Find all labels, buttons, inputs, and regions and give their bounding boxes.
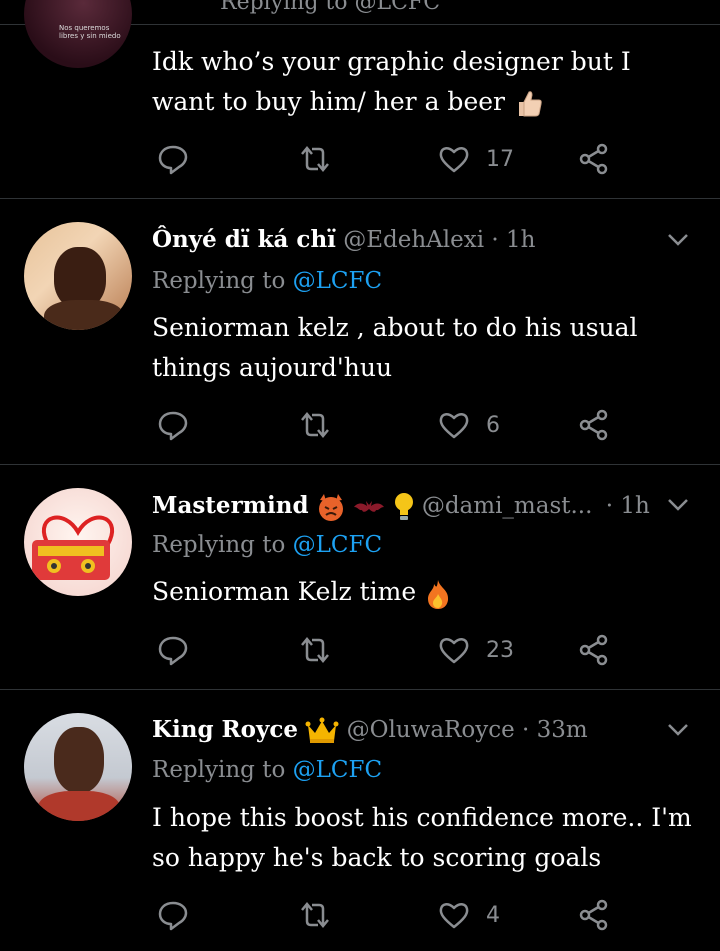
display-name[interactable]: Ônyé dï ká chï <box>152 226 336 253</box>
like-count: 23 <box>486 637 514 663</box>
share-icon <box>579 409 608 441</box>
like-button[interactable]: 17 <box>438 139 514 179</box>
share-button[interactable] <box>578 630 610 670</box>
avatar[interactable]: Nos queremos libres y sin miedo <box>24 0 132 68</box>
divider <box>0 464 720 465</box>
tweet-text: I hope this boost his confidence more.. … <box>152 803 692 872</box>
share-button[interactable] <box>578 405 610 445</box>
retweet-icon <box>301 412 329 438</box>
tweet-header: Ônyé dï ká chï @EdehAlexi · 1h <box>152 226 535 253</box>
reply-context-cutoff: Replying to @LCFC <box>220 0 441 15</box>
reply-button[interactable] <box>157 630 189 670</box>
mention-link[interactable]: @LCFC <box>293 532 382 558</box>
reply-context: Replying to @LCFC <box>152 757 383 783</box>
timestamp[interactable]: · 1h <box>491 227 535 253</box>
reply-button[interactable] <box>157 405 189 445</box>
retweet-icon <box>301 637 329 663</box>
share-icon <box>579 143 608 175</box>
user-handle[interactable]: @EdehAlexi <box>343 227 484 253</box>
like-button[interactable]: 6 <box>438 405 500 445</box>
share-button[interactable] <box>578 139 610 179</box>
light-bulb-emoji <box>393 491 415 523</box>
reply-button[interactable] <box>157 895 189 935</box>
reply-icon <box>158 145 188 175</box>
like-icon <box>439 638 469 664</box>
retweet-icon <box>301 902 329 928</box>
user-handle[interactable]: @dami_mast... <box>422 493 593 519</box>
like-button[interactable]: 4 <box>438 895 500 935</box>
crown-emoji <box>305 717 339 745</box>
timestamp[interactable]: · 33m <box>522 717 588 743</box>
share-icon <box>579 899 608 931</box>
retweet-button[interactable] <box>298 139 332 179</box>
like-count: 6 <box>486 412 500 438</box>
display-name[interactable]: King Royce <box>152 716 298 743</box>
mention-link[interactable]: @LCFC <box>293 757 382 783</box>
tweet-actions: 6 <box>0 405 720 445</box>
retweet-button[interactable] <box>298 630 332 670</box>
avatar[interactable] <box>24 222 132 330</box>
mention-link[interactable]: @LCFC <box>293 268 382 294</box>
cassette-heart-image <box>32 515 114 580</box>
share-icon <box>579 634 608 666</box>
like-count: 17 <box>486 146 514 172</box>
tweet-text: Seniorman Kelz time <box>152 572 692 612</box>
like-icon <box>439 413 469 439</box>
reply-icon <box>158 901 188 931</box>
bat-emoji <box>353 497 385 517</box>
chevron-down-icon[interactable] <box>665 226 691 252</box>
avatar[interactable] <box>24 488 132 596</box>
display-name[interactable]: Mastermind <box>152 492 309 519</box>
like-count: 4 <box>486 902 500 928</box>
tweet-actions: 23 <box>0 630 720 670</box>
fire-emoji <box>424 578 452 610</box>
tweet-text: Seniorman kelz , about to do his usual t… <box>152 313 638 382</box>
divider <box>0 689 720 690</box>
share-button[interactable] <box>578 895 610 935</box>
angry-devil-emoji <box>316 492 346 522</box>
like-icon <box>439 147 469 173</box>
timestamp[interactable]: · 1h <box>606 493 650 519</box>
reply-icon <box>158 636 188 666</box>
avatar[interactable] <box>24 713 132 821</box>
tweet-actions: 4 <box>0 895 720 935</box>
like-button[interactable]: 23 <box>438 630 514 670</box>
divider <box>0 198 720 199</box>
tweet-header: King Royce @OluwaRoyce · 33m <box>152 716 588 745</box>
tweet-text: Idk who’s your graphic designer but I wa… <box>152 42 692 122</box>
reply-context: Replying to @LCFC <box>152 268 383 294</box>
retweet-button[interactable] <box>298 405 332 445</box>
chevron-down-icon[interactable] <box>665 491 691 517</box>
thumbs-up-emoji <box>513 88 545 120</box>
tweet-actions: 17 <box>0 139 720 179</box>
tweet-header: Mastermind @dami_mast... · 1h <box>152 491 650 523</box>
chevron-down-icon[interactable] <box>665 716 691 742</box>
retweet-button[interactable] <box>298 895 332 935</box>
retweet-icon <box>301 146 329 172</box>
reply-icon <box>158 411 188 441</box>
reply-button[interactable] <box>157 139 189 179</box>
like-icon <box>439 903 469 929</box>
user-handle[interactable]: @OluwaRoyce <box>347 717 515 743</box>
reply-context: Replying to @LCFC <box>152 532 383 558</box>
